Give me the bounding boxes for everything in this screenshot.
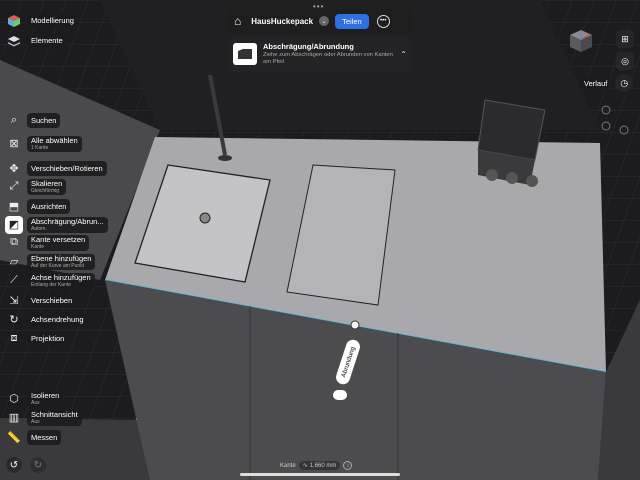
- project-bar: ⌂ HausHuckepack ⌄ Teilen •••: [228, 9, 412, 33]
- tool-verschieben[interactable]: ⇲ Verschieben: [5, 292, 77, 309]
- tool-ebene-hinzufuegen[interactable]: ▱ Ebene hinzufügen Auf der Kurve am Punkt: [5, 253, 96, 270]
- 3d-viewport[interactable]: [0, 0, 640, 480]
- section-view-icon: ▥: [8, 412, 20, 424]
- bevel-icon: ◩: [5, 215, 23, 234]
- tool-verschieben-rotieren[interactable]: ✥ Verschieben/Rotieren: [5, 160, 107, 177]
- cube-stack-icon: [5, 12, 23, 30]
- home-icon[interactable]: ⌂: [234, 14, 241, 28]
- tool-messen[interactable]: 📏 Messen: [5, 429, 62, 446]
- clock-icon: ◷: [615, 74, 634, 92]
- add-plane-icon: ▱: [9, 256, 19, 268]
- collapse-tip-icon[interactable]: ⌃: [400, 50, 407, 59]
- isolate-icon: ⬡: [9, 393, 19, 405]
- layers-icon: [5, 32, 23, 50]
- tool-skalieren[interactable]: ⤢ Skalieren Gleichförmig: [5, 178, 67, 195]
- tool-isolieren[interactable]: ⬡ Isolieren Aus: [5, 390, 64, 407]
- chevron-down-icon[interactable]: ⌄: [319, 16, 330, 26]
- move-icon: ⇲: [9, 295, 19, 307]
- projection-icon: ⧈: [10, 332, 18, 344]
- history-button[interactable]: Verlauf ◷: [580, 74, 634, 92]
- info-icon[interactable]: i: [343, 461, 353, 470]
- bevel-arrow-handle: [350, 320, 360, 330]
- search-icon: ⌕: [10, 114, 18, 126]
- redo-icon: ↻: [33, 459, 43, 471]
- align-icon: ⬒: [8, 201, 20, 213]
- camera-button[interactable]: ◎: [616, 52, 634, 70]
- sidebar-item-modellierung[interactable]: Modellierung: [5, 12, 78, 29]
- status-value-box[interactable]: ∿ 1.660 mm: [298, 461, 341, 470]
- tip-title: Abschrägung/Abrundung: [263, 42, 354, 51]
- tip-description: Ziehe zum Abschrägen oder Abrunden von K…: [263, 52, 393, 65]
- grid-icon: ⊞: [621, 33, 629, 44]
- tool-projektion[interactable]: ⧈ Projektion: [5, 330, 69, 347]
- move-rotate-icon: ✥: [9, 163, 19, 175]
- tool-alle-abwaehlen[interactable]: ⊠ Alle abwählen 1 Kante: [5, 135, 82, 152]
- redo-button[interactable]: ↻: [30, 457, 46, 473]
- bevel-tip-icon: [233, 43, 257, 65]
- tool-tip-panel: Abschrägung/Abrundung Ziehe zum Abschräg…: [228, 36, 412, 72]
- status-label: Kante: [280, 462, 296, 469]
- undo-button[interactable]: ↺: [6, 457, 22, 473]
- scale-icon: ⤢: [9, 180, 19, 192]
- add-axis-icon: ⟋: [10, 274, 18, 286]
- measure-icon: 📏: [7, 432, 21, 444]
- tool-achse-hinzufuegen[interactable]: ⟋ Achse hinzufügen Entlang der Kante: [5, 272, 95, 289]
- tool-suchen[interactable]: ⌕ Suchen: [5, 112, 61, 129]
- view-cube[interactable]: [568, 28, 594, 54]
- tool-abschraegung[interactable]: ◩ Abschrägung/Abrun... Autom.: [5, 215, 108, 234]
- status-readout: Kante ∿ 1.660 mm i: [280, 460, 362, 471]
- tool-schnittansicht[interactable]: ▥ Schnittansicht Aus: [5, 409, 82, 426]
- tool-achsendrehung[interactable]: ↻ Achsendrehung: [5, 311, 88, 328]
- more-options-icon[interactable]: •••: [376, 14, 390, 28]
- deselect-icon: ⊠: [9, 138, 19, 150]
- tool-kante-versetzen[interactable]: ⧉ Kante versetzen Kante: [5, 234, 90, 251]
- knife-block: [477, 99, 546, 161]
- view-mode-button[interactable]: ⊞: [616, 30, 634, 48]
- project-name[interactable]: HausHuckepack: [251, 17, 313, 26]
- sidebar-item-elemente[interactable]: Elemente: [5, 32, 67, 49]
- axis-rotation-icon: ↻: [9, 314, 19, 326]
- undo-icon: ↺: [9, 459, 19, 471]
- home-indicator: [240, 473, 400, 476]
- target-icon: ◎: [621, 55, 629, 66]
- history-label: Verlauf: [580, 76, 612, 90]
- measure-mode-icon: ∿: [302, 463, 308, 469]
- offset-edge-icon: ⧉: [10, 236, 18, 248]
- share-button[interactable]: Teilen: [335, 13, 369, 29]
- bevel-handle-value[interactable]: [333, 390, 347, 400]
- tool-ausrichten[interactable]: ⬒ Ausrichten: [5, 198, 71, 215]
- status-value: 1.660 mm: [309, 462, 337, 469]
